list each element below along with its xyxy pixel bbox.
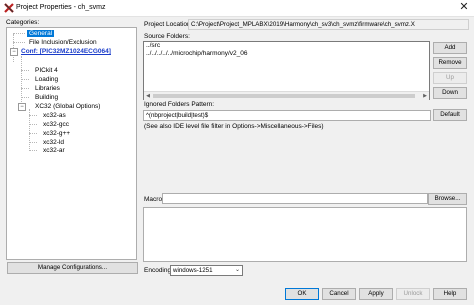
tree-item-pickit4[interactable]: PICkit 4 [33,66,60,75]
unlock-button[interactable]: Unlock [396,288,430,300]
remove-button[interactable]: Remove [433,57,467,69]
scroll-thumb[interactable] [153,94,415,98]
tree-line [21,97,29,98]
tree-line [13,33,25,34]
ignored-folders-hint: (See also IDE level file filter in Optio… [144,123,324,130]
encoding-select[interactable]: windows-1251 ⌄ [170,265,243,276]
list-item[interactable]: ../../../../../microchip/harmony/v2_06 [144,50,429,58]
source-folders-label: Source Folders: [144,33,190,40]
tree-line [29,133,37,134]
tree-line [13,42,25,43]
manage-configurations-button[interactable]: Manage Configurations... [7,262,138,274]
tree-item-xc32-gpp[interactable]: xc32-g++ [41,129,72,138]
window-title: Project Properties - ch_svmz [16,4,106,11]
ignored-folders-label: Ignored Folders Pattern: [144,101,215,108]
add-button[interactable]: Add [433,42,467,54]
chevron-down-icon: ⌄ [234,267,240,273]
tree-item-libraries[interactable]: Libraries [33,84,62,93]
macro-list[interactable] [143,207,467,262]
tree-item-xc32-gcc[interactable]: xc32-gcc [41,120,71,129]
tree-item-conf[interactable]: Conf: [PIC32MZ1024ECG064] [19,47,113,56]
ok-button[interactable]: OK [285,288,319,300]
tree-item-file-inclusion[interactable]: File Inclusion/Exclusion [27,38,99,47]
source-folders-list[interactable]: ../src ../../../../../microchip/harmony/… [143,41,430,100]
project-location-field[interactable]: C:\Project\Project_MPLABX\2019\Harmony\c… [188,19,469,30]
tree-item-building[interactable]: Building [33,93,60,102]
project-location-label: Project Location: [144,21,193,28]
categories-label: Categories: [6,19,40,26]
macro-label: Macro: [144,196,164,203]
tree-item-xc32-global[interactable]: XC32 (Global Options) [33,102,102,111]
tree-line [29,150,37,151]
mplab-app-icon [4,3,14,13]
tree-item-loading[interactable]: Loading [33,75,60,84]
collapse-icon[interactable]: − [18,103,26,111]
tree-line [21,70,29,71]
tree-item-general[interactable]: General [27,29,55,38]
up-button[interactable]: Up [433,72,467,84]
tree-line [29,142,37,143]
cancel-button[interactable]: Cancel [322,288,356,300]
default-button[interactable]: Default [433,109,467,121]
tree-line [21,79,29,80]
title-bar: Project Properties - ch_svmz ✕ [0,0,474,17]
scroll-left-icon[interactable]: ◀ [144,92,152,100]
close-icon[interactable]: ✕ [458,1,470,13]
macro-field[interactable] [162,193,428,204]
help-button[interactable]: Help [433,288,467,300]
down-button[interactable]: Down [433,87,467,99]
scroll-right-icon[interactable]: ▶ [421,92,429,100]
encoding-label: Encoding: [144,267,173,274]
list-item[interactable]: ../src [144,42,429,50]
tree-item-xc32-ar[interactable]: xc32-ar [41,146,67,155]
apply-button[interactable]: Apply [359,288,393,300]
tree-item-xc32-as[interactable]: xc32-as [41,111,68,120]
categories-tree[interactable]: General File Inclusion/Exclusion − Conf:… [6,27,137,260]
tree-line [29,124,37,125]
tree-line [29,115,37,116]
collapse-icon[interactable]: − [10,48,18,56]
tree-line [21,88,29,89]
ignored-folders-field[interactable]: ^(nbproject|build|test)$ [143,110,431,121]
horizontal-scrollbar[interactable]: ◀ ▶ [144,91,429,100]
browse-button[interactable]: Browse... [428,193,467,205]
